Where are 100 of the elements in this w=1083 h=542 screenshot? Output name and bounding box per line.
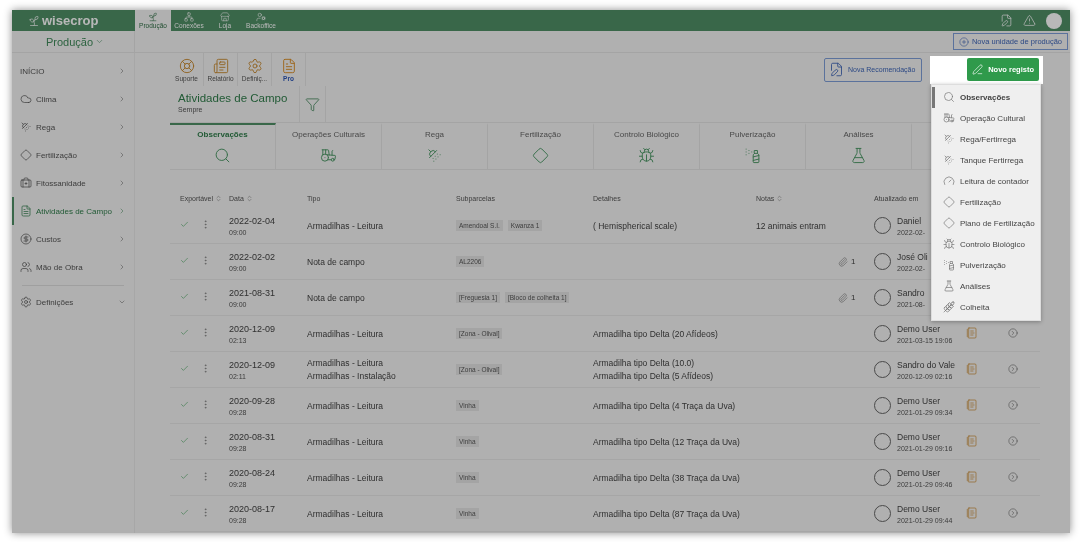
date-text: 2021-08-31 xyxy=(229,287,277,298)
user-name: Sandro do Vale xyxy=(897,359,955,370)
chevron-right-icon xyxy=(118,123,126,131)
type-text: Armadilhas - Leitura xyxy=(307,358,385,368)
menu-item[interactable]: Operação Cultural xyxy=(932,107,1040,129)
cloud-icon xyxy=(20,93,32,105)
arrow-circle-icon xyxy=(1008,363,1018,374)
people-icon xyxy=(20,261,32,273)
sidebar-item[interactable]: Clima xyxy=(12,85,134,113)
chevron-down-icon xyxy=(95,37,105,46)
category-tab[interactable]: Rega xyxy=(382,123,488,169)
detail-text: ( Hemispherical scale) xyxy=(593,220,679,231)
sidebar-item[interactable]: INÍCIO xyxy=(12,57,134,85)
arrow-circle-icon xyxy=(1008,507,1018,518)
sprinkler-icon xyxy=(943,133,955,145)
document-edit-icon xyxy=(829,62,844,77)
logo-icon xyxy=(28,14,40,27)
category-tab[interactable]: Observações xyxy=(170,123,276,169)
store-icon xyxy=(220,12,230,22)
arrow-circle-icon xyxy=(1008,435,1018,446)
notebook-icon xyxy=(966,434,978,447)
sidebar-item[interactable]: Fitossanidade xyxy=(12,169,134,197)
date-text: 2020-12-09 xyxy=(229,323,277,334)
type-text: Armadilhas - Leitura xyxy=(307,508,385,519)
sidebar-item[interactable]: Fertilização xyxy=(12,141,134,169)
detail-text: Armadilha tipo Delta (10.0) xyxy=(593,358,696,368)
chevron-right-icon xyxy=(118,151,126,159)
document-icon xyxy=(20,205,32,217)
unit-selector[interactable]: Produção xyxy=(46,35,94,48)
tractor-icon xyxy=(943,112,955,124)
type-text: Armadilhas - Leitura xyxy=(307,436,385,447)
sprinkler-icon xyxy=(943,154,955,166)
menu-item[interactable]: Colheita xyxy=(932,296,1040,318)
chevron-right-icon xyxy=(118,179,126,187)
user-gear-icon xyxy=(256,12,266,22)
plant-icon xyxy=(148,12,158,22)
document-edit-icon xyxy=(1000,14,1013,27)
date-text: 2020-12-09 xyxy=(229,359,277,370)
menu-item[interactable]: Análises xyxy=(932,275,1040,297)
user-name: Daniel xyxy=(897,215,923,226)
user-name: Demo User xyxy=(897,431,941,442)
menu-item[interactable]: Fertilização xyxy=(932,191,1040,213)
avatar[interactable] xyxy=(1046,12,1062,29)
category-tab[interactable]: Pulverização xyxy=(700,123,806,169)
notebook-icon xyxy=(966,506,978,519)
sidebar-item[interactable]: Rega xyxy=(12,113,134,141)
settings-icon xyxy=(20,296,32,308)
date-text: 2020-09-28 xyxy=(229,395,277,406)
diamond-icon xyxy=(943,217,955,229)
menu-item[interactable]: Leitura de contador xyxy=(932,170,1040,192)
document-icon xyxy=(280,57,297,74)
detail-text: Armadilha tipo Delta (87 Traça da Uva) xyxy=(593,508,741,519)
sidebar-item[interactable]: Mão de Obra xyxy=(12,253,134,281)
medical-kit-icon xyxy=(20,177,32,189)
user-name: Demo User xyxy=(897,503,941,514)
notebook-icon xyxy=(966,398,978,411)
paperclip-icon xyxy=(838,292,848,303)
search-icon xyxy=(214,147,231,164)
spray-can-icon xyxy=(943,259,955,271)
sprinkler-icon xyxy=(20,121,32,133)
menu-item[interactable]: Rega/Fertirrega xyxy=(932,128,1040,150)
type-text: Armadilhas - Leitura xyxy=(307,220,385,231)
spray-can-icon xyxy=(744,147,761,164)
arrow-circle-icon xyxy=(1008,399,1018,410)
paperclip-icon xyxy=(838,256,848,267)
category-tab[interactable]: Análises xyxy=(806,123,912,169)
sprinkler-icon xyxy=(426,147,443,164)
type-text: Armadilhas - Leitura xyxy=(307,472,385,483)
bug-icon xyxy=(943,238,955,250)
plus-icon xyxy=(958,36,969,47)
note-text: 12 animais entram xyxy=(756,220,826,231)
menu-item[interactable]: Pulverização xyxy=(932,254,1040,276)
user-name: Sandro xyxy=(897,287,926,298)
filter-icon xyxy=(305,96,320,112)
category-tab[interactable]: Fertilização xyxy=(488,123,594,169)
sidebar-item[interactable]: Definições xyxy=(12,288,134,316)
notebook-icon xyxy=(966,362,978,375)
menu-item[interactable]: Tanque Fertirrega xyxy=(932,149,1040,171)
chevron-right-icon xyxy=(118,67,126,75)
user-name: Demo User xyxy=(897,323,941,334)
warning-icon xyxy=(1023,14,1036,27)
arrow-circle-icon xyxy=(1008,327,1018,338)
menu-item[interactable]: Plano de Fertilização xyxy=(932,212,1040,234)
menu-item[interactable]: Controlo Biológico xyxy=(932,233,1040,255)
panel-title: Atividades de Campo xyxy=(178,92,289,104)
sidebar-item[interactable]: Custos xyxy=(12,225,134,253)
sidebar-item[interactable]: Atividades de Campo xyxy=(12,197,134,225)
coin-icon xyxy=(20,233,32,245)
chevron-right-icon xyxy=(118,207,126,215)
category-tab[interactable]: Operações Culturais xyxy=(276,123,382,169)
search-icon xyxy=(943,91,955,103)
detail-text: Armadilha tipo Delta (5 Afídeos) xyxy=(593,371,714,381)
detail-text: Armadilha tipo Delta (4 Traça da Uva) xyxy=(593,400,737,411)
user-name: Demo User xyxy=(897,467,941,478)
date-text: 2020-08-24 xyxy=(229,467,277,478)
settings-icon xyxy=(246,57,263,74)
arrow-circle-icon xyxy=(1008,471,1018,482)
category-tab[interactable]: Controlo Biológico xyxy=(594,123,700,169)
detail-text: Armadilha tipo Delta (38 Traça da Uva) xyxy=(593,472,741,483)
wheat-icon xyxy=(943,301,955,313)
